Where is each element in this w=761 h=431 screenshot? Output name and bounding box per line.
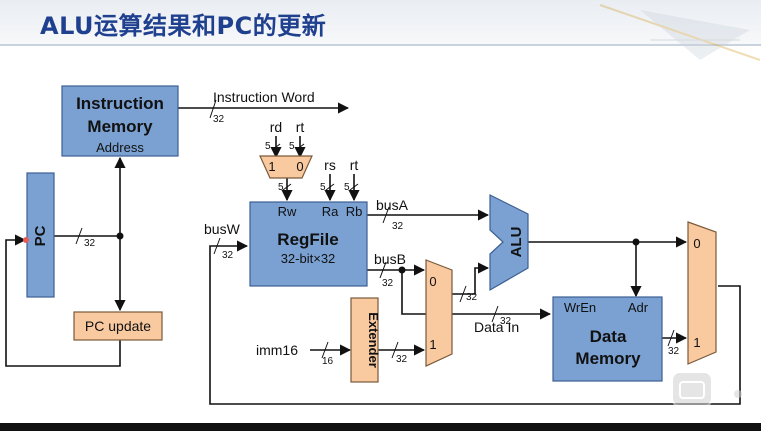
width-imm16: 16 [322, 356, 334, 367]
data-memory-port-wren: WrEn [564, 300, 596, 315]
width-ra: 5 [320, 182, 326, 193]
width-busw: 32 [222, 250, 234, 261]
width-busb: 32 [382, 278, 394, 289]
mux-rd-rt: 1 0 [259, 155, 313, 179]
data-memory-port-adr: Adr [628, 300, 649, 315]
mux-writeback-in1: 1 [693, 335, 700, 350]
mux-alu-src: 0 1 [425, 259, 453, 367]
width-pc: 32 [84, 238, 96, 249]
mux-rd-rt-in0: 0 [296, 159, 303, 174]
mux-writeback-in0: 0 [693, 236, 700, 251]
pc-update-label: PC update [85, 318, 151, 334]
pc-block: PC [26, 172, 55, 298]
signal-instruction-word: Instruction Word [213, 89, 315, 105]
width-alu-src: 32 [466, 292, 478, 303]
signal-rt: rt [350, 157, 359, 173]
pc-label: PC [32, 225, 49, 246]
mux-writeback: 0 1 [687, 221, 717, 365]
regfile-block: Rw Ra Rb RegFile 32-bit×32 [249, 201, 368, 287]
extender-block: Extender [350, 297, 381, 383]
alu-block: ALU [489, 194, 529, 292]
regfile-port-ra: Ra [322, 204, 339, 219]
video-badge-icon [671, 371, 742, 407]
data-memory-block: WrEn Adr Data Memory [552, 296, 663, 382]
pc-update-block: PC update [73, 311, 163, 341]
signal-data-in: Data In [474, 319, 519, 335]
signal-imm16: imm16 [256, 342, 298, 358]
instruction-memory-address-port: Address [96, 140, 144, 155]
regfile-port-rb: Rb [346, 204, 363, 219]
width-rw: 5 [278, 182, 284, 193]
width-rb: 5 [344, 182, 350, 193]
decorative-corner-graphic [599, 4, 761, 61]
instruction-memory-title-2: Memory [87, 117, 153, 136]
extender-label: Extender [366, 312, 381, 368]
width-instruction-word: 32 [213, 114, 225, 125]
mux-rd-rt-in1: 1 [268, 159, 275, 174]
width-extender-out: 32 [396, 354, 408, 365]
signal-busw: busW [204, 221, 241, 237]
regfile-subtitle: 32-bit×32 [281, 251, 336, 266]
junction-dot-busb [398, 266, 406, 274]
data-memory-title-2: Memory [575, 349, 641, 368]
instruction-memory-title-1: Instruction [76, 94, 164, 113]
junction-dot-alu-out [632, 238, 640, 246]
alu-label: ALU [508, 227, 525, 258]
junction-dot-pc [116, 232, 124, 240]
mux-alu-src-in1: 1 [429, 337, 436, 352]
signal-busb: busB [374, 251, 406, 267]
instruction-memory-block: Instruction Memory Address [61, 85, 179, 157]
signal-rd: rd [270, 119, 282, 135]
width-rt-top: 5 [289, 141, 295, 152]
slide: ALU运算结果和PC的更新 Instruction Memory Address… [0, 0, 761, 431]
mux-alu-src-in0: 0 [429, 274, 436, 289]
cursor-marker [23, 237, 29, 243]
data-memory-title-1: Data [590, 327, 627, 346]
datapath-diagram: Instruction Memory Address PC PC update … [5, 4, 761, 407]
width-rd: 5 [265, 141, 271, 152]
width-dm-out: 32 [668, 346, 680, 357]
regfile-title: RegFile [277, 230, 338, 249]
signal-rt-top: rt [296, 119, 305, 135]
signal-rs: rs [324, 157, 336, 173]
signal-busa: busA [376, 197, 409, 213]
width-busa: 32 [392, 221, 404, 232]
regfile-port-rw: Rw [278, 204, 297, 219]
bottom-bar [0, 423, 761, 431]
width-data-in: 32 [500, 316, 512, 327]
